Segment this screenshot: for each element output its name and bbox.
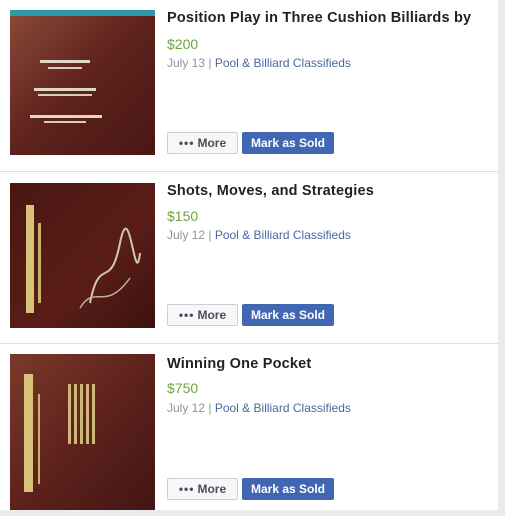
listing-title[interactable]: Shots, Moves, and Strategies [167,183,374,199]
listing-date: July 12 [167,228,206,242]
listing-item: Position Play in Three Cushion Billiards… [0,0,498,172]
more-dots-icon: ••• [178,482,195,496]
mark-as-sold-button[interactable]: Mark as Sold [242,304,334,326]
listing-price: $150 [167,208,199,224]
group-link[interactable]: Pool & Billiard Classifieds [215,228,351,242]
more-label: More [197,308,227,322]
book-cover-image[interactable] [10,10,155,155]
meta-separator: | [205,56,215,70]
group-link[interactable]: Pool & Billiard Classifieds [215,56,351,70]
book-cover-art [10,354,155,510]
book-cover-art [10,10,155,155]
mark-as-sold-button[interactable]: Mark as Sold [242,478,334,500]
marketplace-listings-panel: Position Play in Three Cushion Billiards… [0,0,498,510]
listing-title[interactable]: Winning One Pocket [167,356,311,372]
listing-item: Winning One Pocket $750 July 12 | Pool &… [0,344,498,516]
listing-date: July 13 [167,56,206,70]
listing-item: Shots, Moves, and Strategies $150 July 1… [0,172,498,344]
book-cover-image[interactable] [10,354,155,510]
scrollbar-track[interactable] [498,0,505,510]
more-label: More [197,136,227,150]
more-button[interactable]: ••• More [167,132,238,154]
more-label: More [197,482,227,496]
book-cover-image[interactable] [10,183,155,328]
group-link[interactable]: Pool & Billiard Classifieds [215,401,351,415]
meta-separator: | [205,228,215,242]
more-dots-icon: ••• [178,136,195,150]
listing-meta: July 12 | Pool & Billiard Classifieds [167,401,351,415]
listing-meta: July 12 | Pool & Billiard Classifieds [167,228,351,242]
book-cover-art [10,183,155,328]
listing-date: July 12 [167,401,206,415]
more-button[interactable]: ••• More [167,478,238,500]
listing-title[interactable]: Position Play in Three Cushion Billiards… [167,10,471,26]
more-button[interactable]: ••• More [167,304,238,326]
meta-separator: | [205,401,215,415]
mark-as-sold-button[interactable]: Mark as Sold [242,132,334,154]
listing-price: $200 [167,36,199,52]
listing-price: $750 [167,380,199,396]
listing-meta: July 13 | Pool & Billiard Classifieds [167,56,351,70]
more-dots-icon: ••• [178,308,195,322]
